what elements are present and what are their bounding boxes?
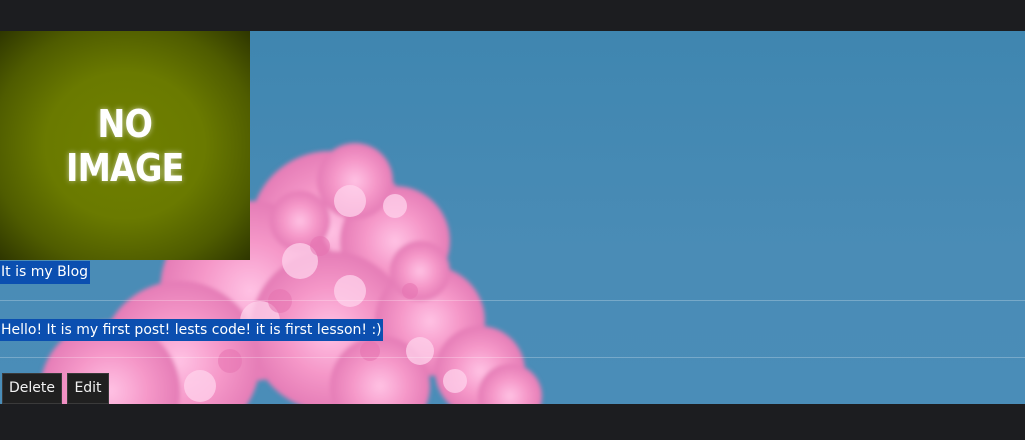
post-image-placeholder: NO IMAGE xyxy=(0,31,250,260)
no-image-label: NO IMAGE xyxy=(66,101,184,190)
divider xyxy=(0,300,1025,301)
top-bar xyxy=(0,0,1025,31)
blog-post-view: NO IMAGE It is my Blog Hello! It is my f… xyxy=(0,31,1025,404)
bottom-bar xyxy=(0,404,1025,440)
post-body: Hello! It is my first post! lests code! … xyxy=(0,319,383,341)
divider xyxy=(0,357,1025,358)
delete-button[interactable]: Delete xyxy=(2,373,62,404)
edit-button[interactable]: Edit xyxy=(67,373,109,404)
post-title: It is my Blog xyxy=(0,261,91,284)
